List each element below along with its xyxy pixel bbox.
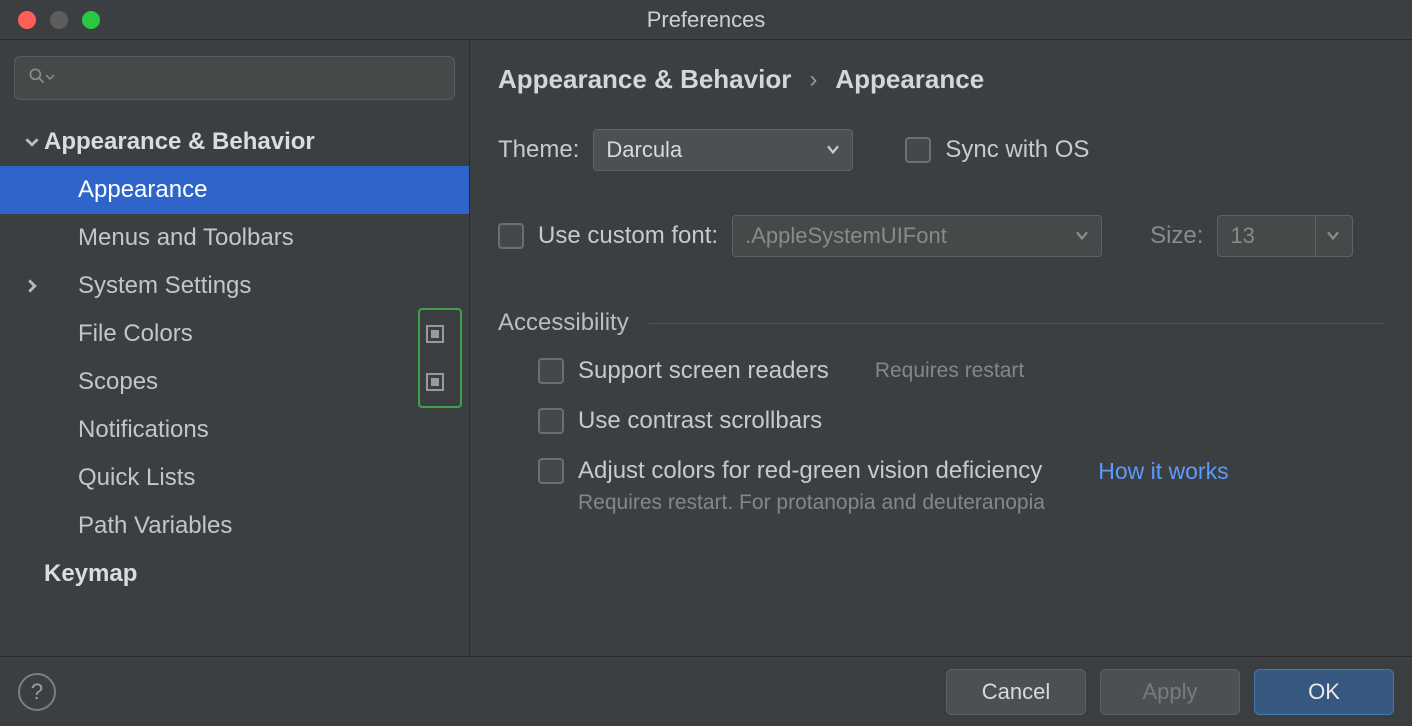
search-input-container[interactable] [14,56,455,100]
button-label: Apply [1142,679,1197,705]
font-family-dropdown[interactable]: .AppleSystemUIFont [732,215,1102,257]
contrast-scrollbars-label: Use contrast scrollbars [578,407,822,435]
cancel-button[interactable]: Cancel [946,669,1086,715]
tree-item-keymap[interactable]: Keymap [0,550,469,598]
tree-label: Quick Lists [78,464,411,492]
theme-value: Darcula [606,137,682,163]
tree-item-appearance-behavior[interactable]: Appearance & Behavior [0,118,469,166]
settings-tree: Appearance & Behavior Appearance Menus a… [0,110,469,598]
contrast-scrollbars-checkbox[interactable] [538,408,564,434]
tree-item-quick-lists[interactable]: Quick Lists [0,454,469,502]
maximize-window-button[interactable] [82,11,100,29]
tree-label: Path Variables [78,512,411,540]
use-custom-font-checkbox[interactable] [498,223,524,249]
tree-label: Appearance & Behavior [44,128,411,156]
screen-readers-hint: Requires restart [875,359,1024,383]
button-label: Cancel [982,679,1050,705]
help-icon: ? [31,679,43,705]
tree-item-notifications[interactable]: Notifications [0,406,469,454]
breadcrumb-category: Appearance & Behavior [498,64,791,95]
breadcrumb-page: Appearance [835,64,984,95]
close-window-button[interactable] [18,11,36,29]
dialog-footer: ? Cancel Apply OK [0,656,1412,726]
screen-readers-label: Support screen readers [578,357,829,385]
use-custom-font-label: Use custom font: [538,222,718,250]
window-controls [18,11,100,29]
sidebar: Appearance & Behavior Appearance Menus a… [0,40,470,656]
sync-os-label: Sync with OS [945,136,1089,164]
chevron-right-icon: › [809,66,817,94]
chevron-down-icon [1075,231,1089,241]
font-size-dropdown[interactable]: 13 [1217,215,1353,257]
how-it-works-link[interactable]: How it works [1098,458,1228,485]
font-family-value: .AppleSystemUIFont [745,223,947,249]
tree-label: Scopes [78,368,411,396]
screen-readers-checkbox[interactable] [538,358,564,384]
section-rule [649,323,1384,324]
tree-label: Notifications [78,416,411,444]
search-input[interactable] [63,67,442,90]
tree-label: Menus and Toolbars [78,224,411,252]
ok-button[interactable]: OK [1254,669,1394,715]
help-button[interactable]: ? [18,673,56,711]
theme-dropdown[interactable]: Darcula [593,129,853,171]
tree-label: System Settings [78,272,411,300]
color-deficiency-checkbox[interactable] [538,458,564,484]
tree-item-appearance[interactable]: Appearance [0,166,469,214]
tree-item-file-colors[interactable]: File Colors [0,310,469,358]
titlebar: Preferences [0,0,1412,40]
tree-label: Appearance [78,176,411,204]
chevron-right-icon [20,279,44,293]
chevron-down-icon [20,135,44,149]
tree-label: File Colors [78,320,411,348]
theme-label: Theme: [498,136,579,164]
apply-button[interactable]: Apply [1100,669,1240,715]
project-level-icon [425,372,445,392]
breadcrumb: Appearance & Behavior › Appearance [498,64,1384,95]
font-size-value: 13 [1230,223,1254,249]
section-title-text: Accessibility [498,309,629,337]
color-deficiency-hint: Requires restart. For protanopia and deu… [578,491,1384,515]
chevron-down-icon [1315,216,1340,256]
settings-panel: Appearance & Behavior › Appearance Theme… [470,40,1412,656]
search-icon [27,66,47,91]
font-size-label: Size: [1150,222,1203,250]
chevron-down-icon [826,145,840,155]
sync-os-checkbox[interactable] [905,137,931,163]
section-accessibility: Accessibility [498,309,1384,337]
window-title: Preferences [0,7,1412,33]
tree-item-menus-toolbars[interactable]: Menus and Toolbars [0,214,469,262]
color-deficiency-label: Adjust colors for red-green vision defic… [578,457,1042,485]
button-label: OK [1308,679,1340,705]
tree-item-system-settings[interactable]: System Settings [0,262,469,310]
project-level-icon [425,324,445,344]
tree-label: Keymap [44,560,411,588]
tree-item-path-variables[interactable]: Path Variables [0,502,469,550]
minimize-window-button[interactable] [50,11,68,29]
tree-item-scopes[interactable]: Scopes [0,358,469,406]
